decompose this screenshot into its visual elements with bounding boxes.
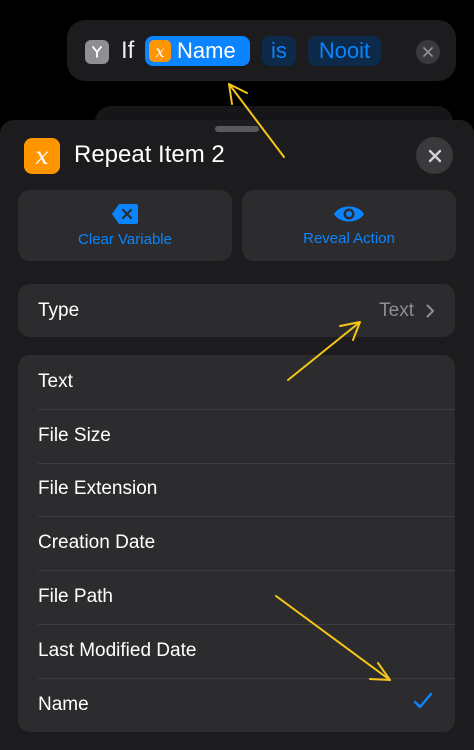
list-item-file-path[interactable]: File Path (18, 570, 455, 624)
sheet-title: Repeat Item 2 (74, 141, 225, 168)
if-remove-icon[interactable] (416, 40, 440, 64)
type-value: Text (379, 299, 414, 321)
close-icon (428, 149, 441, 162)
if-variable-token[interactable]: x Name (145, 36, 250, 66)
eye-icon (334, 206, 364, 222)
list-item-label: Name (38, 693, 89, 715)
list-item-label: File Path (38, 586, 113, 608)
close-button[interactable] (416, 137, 453, 174)
if-value-token[interactable]: Nooit (308, 36, 381, 66)
checkmark-icon (413, 692, 433, 708)
clear-variable-label: Clear Variable (78, 231, 172, 248)
reveal-action-label: Reveal Action (303, 230, 395, 247)
list-item-label: Last Modified Date (38, 639, 197, 661)
type-selector-row[interactable]: Type Text (18, 284, 455, 337)
list-item-label: File Size (38, 424, 111, 446)
clear-icon (112, 204, 138, 224)
list-item-label: Creation Date (38, 532, 156, 554)
sheet-grabber[interactable] (215, 126, 259, 132)
clear-variable-button[interactable]: Clear Variable (18, 190, 232, 261)
variable-icon: x (24, 138, 60, 174)
list-item-file-size[interactable]: File Size (18, 408, 455, 463)
list-item-label: Text (38, 370, 73, 392)
type-label: Type (38, 299, 80, 321)
reveal-action-button[interactable]: Reveal Action (242, 190, 456, 261)
property-list: Text File Size File Extension Creation D… (18, 355, 455, 732)
list-item-name[interactable]: Name (18, 677, 455, 732)
list-item-text[interactable]: Text (18, 355, 455, 409)
chevron-right-icon (426, 304, 434, 317)
if-keyword: If (121, 37, 135, 64)
if-condition-icon (85, 40, 109, 64)
list-item-last-modified-date[interactable]: Last Modified Date (18, 623, 455, 678)
variable-icon: x (149, 40, 171, 62)
if-operator-token[interactable]: is (262, 36, 296, 66)
list-item-label: File Extension (38, 478, 158, 500)
if-variable-label: Name (177, 38, 236, 63)
list-item-file-extension[interactable]: File Extension (18, 462, 455, 517)
list-item-creation-date[interactable]: Creation Date (18, 516, 455, 570)
